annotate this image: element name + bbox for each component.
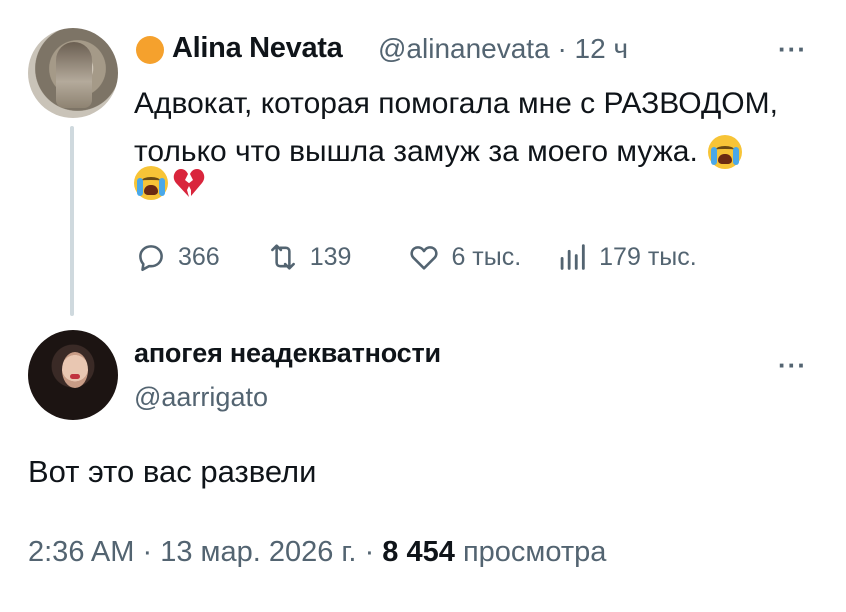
tweet-text: Адвокат, которая помогала мне с РАЗВОДОМ… xyxy=(134,80,834,176)
tweet-text-line-1: Адвокат, которая помогала мне с РАЗВОДОМ… xyxy=(134,87,778,120)
reply-button[interactable]: 366 xyxy=(134,240,220,274)
thread-line xyxy=(70,126,74,316)
separator: · xyxy=(557,33,567,64)
tweet-actions: 366 139 6 тыс. 179 тыс. xyxy=(134,240,697,274)
more-options-icon[interactable]: ··· xyxy=(778,34,807,65)
author-handle: @alinanevata xyxy=(378,33,550,64)
time-ago: 12 ч xyxy=(574,33,629,64)
heart-icon xyxy=(410,246,439,270)
tweet-meta: 2:36 AM · 13 мар. 2026 г. · 8 454 просмо… xyxy=(28,536,606,569)
author-handle-time[interactable]: @alinanevata · 12 ч xyxy=(378,33,628,65)
reply-count: 366 xyxy=(178,242,220,271)
views-number: 8 454 xyxy=(382,536,455,568)
status-badge-icon xyxy=(136,36,164,64)
reply-author-name[interactable]: апогея неадекватности xyxy=(134,338,441,369)
like-button[interactable]: 6 тыс. xyxy=(407,240,521,274)
reply-text: Вот это вас развели xyxy=(28,454,317,489)
emoji-row xyxy=(134,166,206,200)
crying-face-icon xyxy=(707,135,742,169)
tweet-text-line-2: только что вышла замуж за моего мужа. xyxy=(134,135,698,168)
repost-count: 139 xyxy=(309,242,352,271)
views-count: 179 тыс. xyxy=(599,242,697,271)
repost-icon xyxy=(270,244,295,270)
views-button[interactable]: 179 тыс. xyxy=(555,240,697,274)
post-date[interactable]: 13 мар. 2026 г. xyxy=(160,536,356,568)
broken-heart-icon xyxy=(173,169,205,197)
post-time[interactable]: 2:36 AM xyxy=(28,536,134,568)
more-options-icon[interactable]: ··· xyxy=(778,350,807,381)
crying-face-icon xyxy=(134,166,168,200)
separator: · xyxy=(364,536,375,568)
reply-icon xyxy=(139,245,163,272)
separator: · xyxy=(142,536,153,568)
views-icon xyxy=(560,244,585,270)
avatar[interactable] xyxy=(28,330,118,420)
avatar[interactable] xyxy=(28,28,118,118)
author-name[interactable]: Alina Nevata xyxy=(172,32,343,65)
reply-author-handle[interactable]: @aarrigato xyxy=(134,382,268,413)
like-count: 6 тыс. xyxy=(451,242,522,271)
views-label: просмотра xyxy=(462,536,607,568)
repost-button[interactable]: 139 xyxy=(266,240,352,274)
